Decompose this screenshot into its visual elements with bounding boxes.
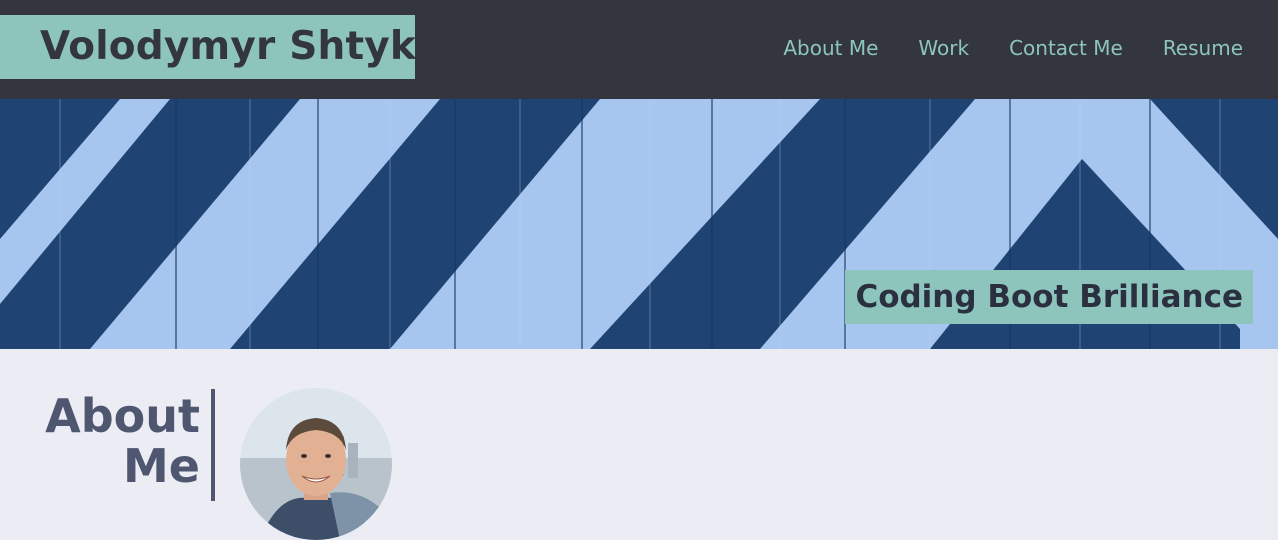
nav-link-work[interactable]: Work: [918, 36, 969, 64]
heading-divider: [211, 389, 215, 501]
about-heading-line2: Me: [123, 439, 200, 493]
nav-link-contact-me[interactable]: Contact Me: [1009, 36, 1123, 64]
profile-photo: [240, 388, 392, 540]
main-nav: About Me Work Contact Me Resume: [743, 0, 1243, 99]
site-title[interactable]: Volodymyr Shtyka: [0, 15, 442, 79]
about-heading-line1: About: [45, 389, 200, 443]
avatar: [240, 388, 392, 540]
about-heading: About Me: [40, 391, 200, 491]
site-header: Volodymyr Shtyka About Me Work Contact M…: [0, 0, 1278, 99]
hero-banner: Coding Boot Brilliance: [0, 99, 1278, 349]
nav-link-about-me[interactable]: About Me: [783, 36, 878, 64]
about-section: About Me: [0, 349, 1278, 540]
hero-tagline: Coding Boot Brilliance: [845, 270, 1253, 324]
nav-link-resume[interactable]: Resume: [1163, 36, 1243, 64]
